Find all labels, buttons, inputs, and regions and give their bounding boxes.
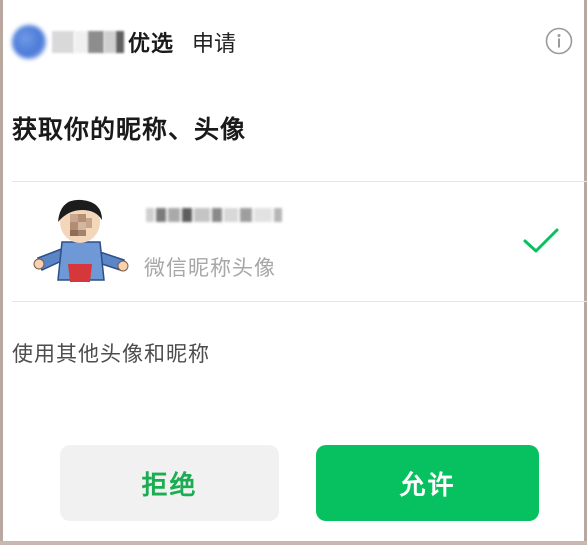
app-name-text: 优选: [128, 32, 175, 57]
reject-button[interactable]: 拒绝: [60, 445, 279, 521]
apply-label: 申请: [192, 32, 237, 57]
bottom-frame-edge: [0, 541, 587, 545]
allow-button[interactable]: 允许: [316, 445, 539, 521]
left-frame-edge: [0, 0, 3, 545]
divider-bottom: [12, 301, 587, 302]
use-other-profile-link[interactable]: 使用其他头像和昵称: [12, 338, 210, 368]
avatar: [33, 199, 129, 282]
page-title: 获取你的昵称、头像: [12, 115, 247, 144]
app-name-pixelated-mask: [52, 31, 124, 53]
check-icon: [523, 228, 559, 253]
info-icon[interactable]: [545, 27, 573, 55]
option-subtitle: 微信昵称头像: [144, 256, 276, 280]
app-logo-icon: [12, 25, 46, 59]
header: 优选 申请: [12, 22, 236, 62]
app-name: 优选: [52, 26, 174, 58]
wechat-profile-option[interactable]: 微信昵称头像: [12, 182, 587, 301]
nickname-pixelated-mask: [146, 208, 284, 222]
